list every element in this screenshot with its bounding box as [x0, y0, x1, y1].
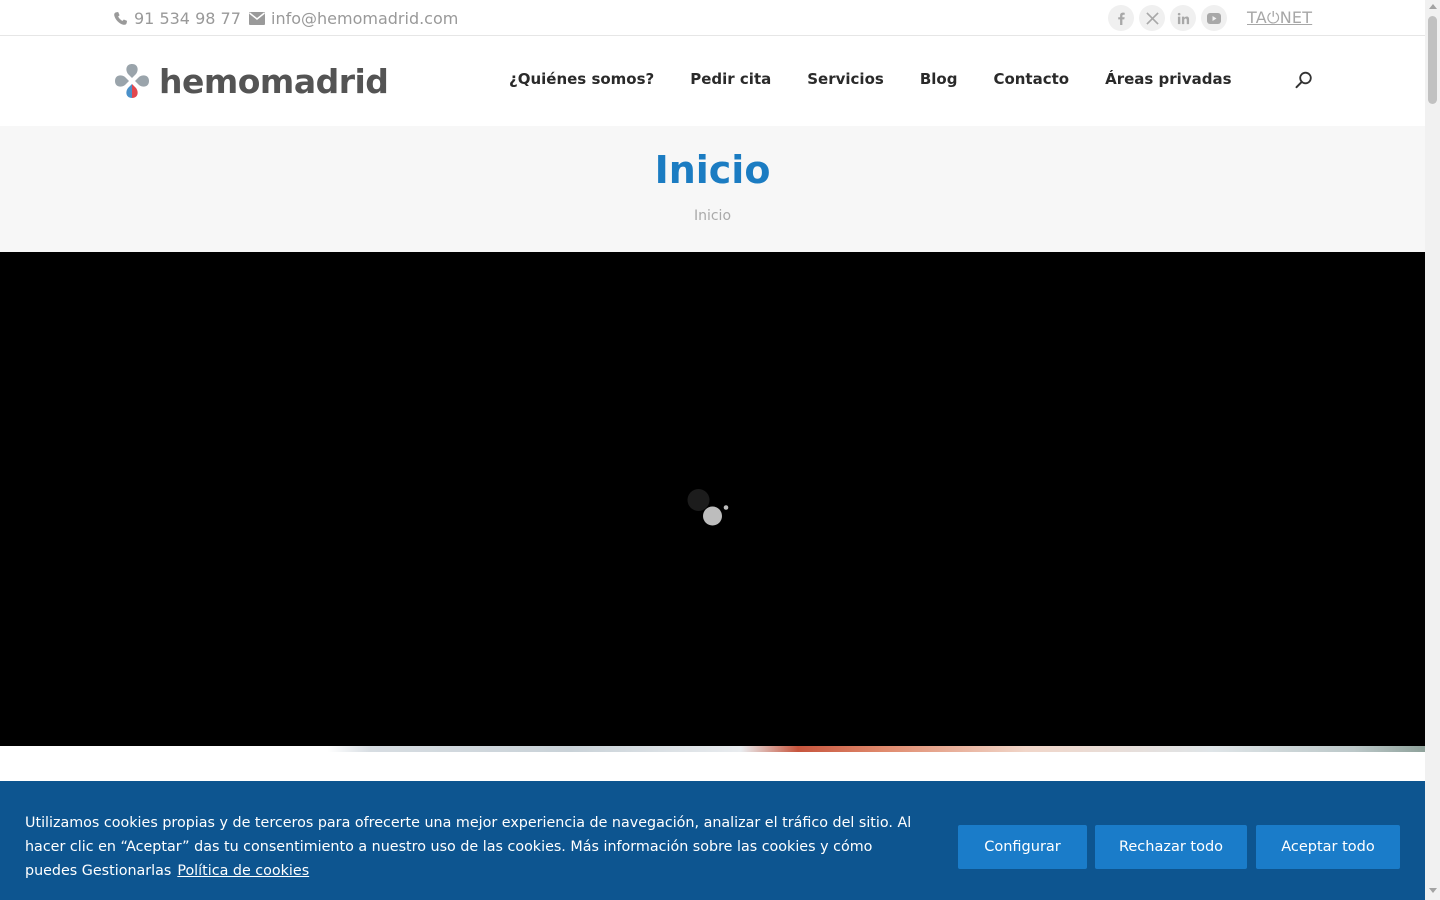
top-bar: 91 534 98 77 info@hemomadrid.com TA⏻NET	[0, 0, 1425, 36]
hemomadrid-logo-icon	[115, 64, 149, 98]
nav-item-areas-privadas[interactable]: Áreas privadas	[1105, 70, 1231, 88]
x-twitter-link[interactable]	[1139, 5, 1165, 31]
cookie-banner: Utilizamos cookies propias y de terceros…	[0, 781, 1425, 900]
cookie-message: Utilizamos cookies propias y de terceros…	[25, 811, 925, 883]
facebook-icon	[1118, 12, 1125, 25]
nav-item-pedir-cita[interactable]: Pedir cita	[690, 70, 771, 88]
mail-icon	[249, 11, 265, 25]
nav-item-quienes-somos[interactable]: ¿Quiénes somos?	[509, 70, 654, 88]
nav-item-contacto[interactable]: Contacto	[993, 70, 1069, 88]
search-icon	[1295, 71, 1312, 89]
x-twitter-icon	[1145, 11, 1159, 25]
accept-all-button[interactable]: Aceptar todo	[1256, 825, 1400, 869]
search-button[interactable]	[1295, 71, 1313, 93]
phone-link[interactable]: 91 534 98 77	[113, 0, 241, 36]
scroll-up-arrow-icon[interactable]	[1429, 4, 1437, 9]
linkedin-icon	[1177, 12, 1189, 24]
reject-all-button[interactable]: Rechazar todo	[1095, 825, 1247, 869]
breadcrumb: Inicio	[693, 208, 732, 224]
linkedin-link[interactable]	[1170, 5, 1196, 31]
scroll-down-arrow-icon[interactable]	[1429, 888, 1437, 893]
taonet-link[interactable]: TA⏻NET	[1247, 8, 1312, 28]
email-address: info@hemomadrid.com	[271, 8, 459, 28]
email-link[interactable]: info@hemomadrid.com	[249, 0, 458, 36]
logo[interactable]: hemomadrid	[112, 61, 389, 101]
main-nav: ¿Quiénes somos? Pedir cita Servicios Blo…	[509, 70, 1268, 88]
site-header: hemomadrid ¿Quiénes somos? Pedir cita Se…	[0, 37, 1425, 126]
logo-text: hemomadrid	[159, 61, 389, 101]
page: 91 534 98 77 info@hemomadrid.com TA⏻NET …	[0, 0, 1425, 900]
facebook-link[interactable]	[1108, 5, 1134, 31]
nav-item-blog[interactable]: Blog	[920, 70, 958, 88]
phone-icon	[114, 11, 128, 25]
youtube-link[interactable]	[1201, 5, 1227, 31]
scrollbar[interactable]	[1425, 0, 1440, 900]
youtube-icon	[1207, 12, 1221, 24]
page-title: Inicio	[654, 148, 771, 192]
social-links	[1108, 5, 1227, 31]
cookie-text: Utilizamos cookies propias y de terceros…	[25, 815, 912, 879]
phone-number: 91 534 98 77	[134, 8, 241, 28]
page-title-area: Inicio Inicio	[0, 126, 1425, 252]
scrollbar-thumb[interactable]	[1428, 16, 1437, 104]
hero-image-strip	[0, 746, 1425, 752]
cookie-policy-link[interactable]: Política de cookies	[177, 863, 309, 879]
configure-button[interactable]: Configurar	[958, 825, 1087, 869]
nav-item-servicios[interactable]: Servicios	[807, 70, 884, 88]
loading-spinner-icon	[687, 489, 729, 526]
